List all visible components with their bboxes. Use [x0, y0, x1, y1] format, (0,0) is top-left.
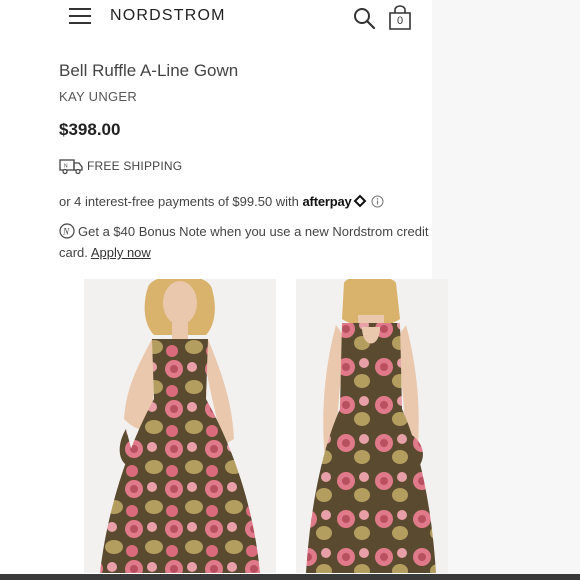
installments-line: or 4 interest-free payments of $99.50 wi… [59, 194, 384, 209]
shopping-bag-icon[interactable]: 0 [387, 5, 413, 31]
product-image-back[interactable] [296, 279, 448, 573]
product-brand[interactable]: KAY UNGER [59, 89, 137, 104]
afterpay-logo: afterpay [302, 194, 352, 209]
installments-text: or 4 interest-free payments of $99.50 wi… [59, 194, 299, 209]
bottom-bar [0, 574, 580, 580]
afterpay-arrows-icon [353, 194, 366, 208]
svg-text:N: N [62, 227, 70, 237]
side-panel [432, 0, 580, 580]
bonus-note-icon: N [59, 223, 75, 239]
hamburger-menu-icon[interactable] [69, 8, 91, 24]
product-image-front[interactable] [84, 279, 276, 573]
svg-text:N: N [64, 164, 68, 170]
apply-now-link[interactable]: Apply now [91, 245, 151, 260]
free-shipping-label: FREE SHIPPING [87, 159, 183, 173]
search-icon[interactable] [352, 6, 376, 30]
truck-icon: N [59, 159, 83, 175]
header: NORDSTROM 0 [0, 0, 440, 36]
info-icon[interactable] [371, 195, 384, 208]
product-page: NORDSTROM 0 Bell Ruffle A-Line Gown KAY … [0, 0, 580, 580]
bag-count: 0 [396, 15, 404, 27]
product-title: Bell Ruffle A-Line Gown [59, 61, 239, 80]
bonus-note-promo: N Get a $40 Bonus Note when you use a ne… [59, 221, 439, 263]
logo[interactable]: NORDSTROM [110, 7, 226, 25]
product-price: $398.00 [59, 120, 121, 139]
